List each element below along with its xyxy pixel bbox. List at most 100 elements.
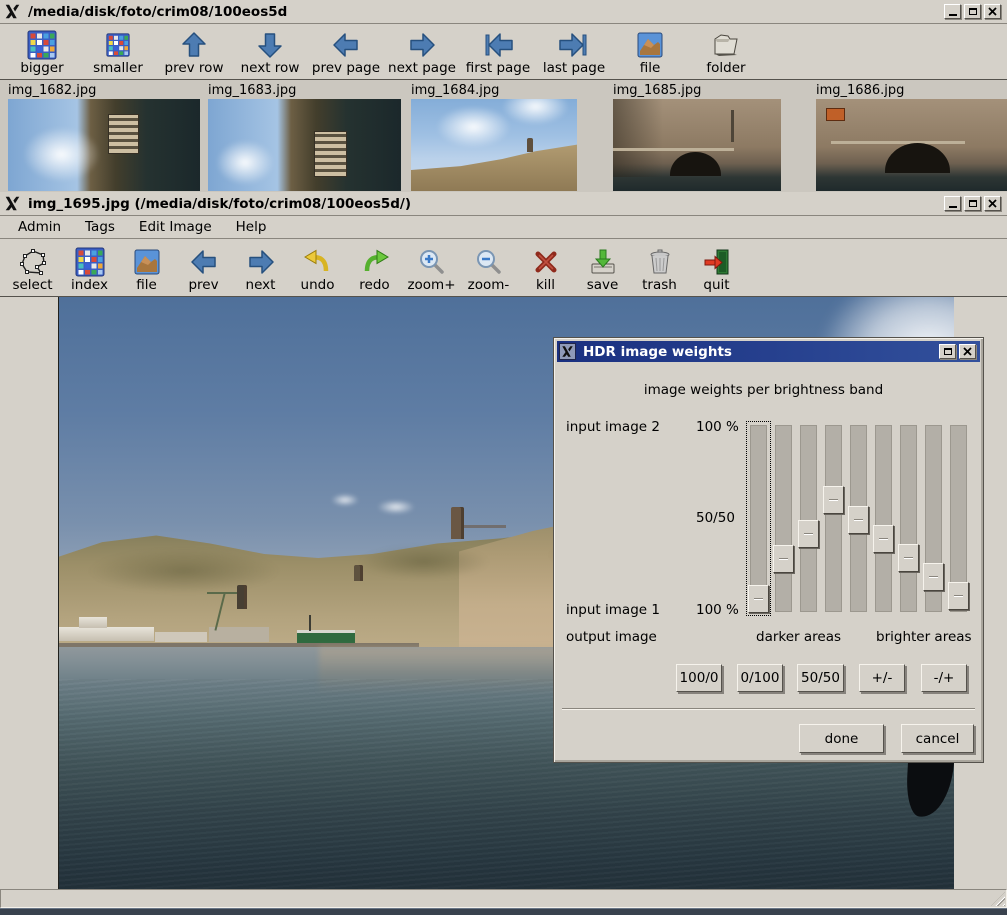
minimize-button[interactable] (944, 196, 961, 211)
browser-titlebar[interactable]: /media/disk/foto/crim08/100eos5d (0, 0, 1007, 24)
editor-toolbar: select index file prev next undo (0, 239, 1007, 297)
thumbnail-image[interactable] (411, 99, 577, 191)
red-cross-icon (531, 247, 561, 277)
file-button[interactable]: file (118, 247, 175, 293)
slider-handle[interactable] (923, 563, 944, 591)
preset-100-0-button[interactable]: 100/0 (676, 664, 722, 692)
arrow-first-icon (483, 30, 513, 60)
preset-0-100-button[interactable]: 0/100 (737, 664, 783, 692)
maximize-button[interactable] (964, 4, 981, 19)
weight-slider-band-6[interactable] (875, 425, 892, 612)
editor-titlebar[interactable]: img_1695.jpg (/media/disk/foto/crim08/10… (0, 192, 1007, 216)
trash-can-icon (645, 247, 675, 277)
thumbnail-image[interactable] (8, 99, 200, 191)
smaller-button[interactable]: smaller (80, 30, 156, 76)
label-bottom-100: 100 % (696, 602, 739, 618)
prev-page-button[interactable]: prev page (308, 30, 384, 76)
weight-slider-band-9[interactable] (950, 425, 967, 612)
photo-ship (297, 630, 355, 644)
trash-button[interactable]: trash (631, 247, 688, 293)
desktop: /media/disk/foto/crim08/100eos5d bigger … (0, 0, 1007, 915)
slider-handle[interactable] (848, 506, 869, 534)
quit-button[interactable]: quit (688, 247, 745, 293)
next-page-button[interactable]: next page (384, 30, 460, 76)
save-button[interactable]: save (574, 247, 631, 293)
thumbnail-filename: img_1685.jpg (613, 83, 701, 98)
slider-handle[interactable] (898, 544, 919, 572)
kill-button[interactable]: kill (517, 247, 574, 293)
weight-slider-band-2[interactable] (775, 425, 792, 612)
done-button[interactable]: done (799, 724, 884, 753)
magnifier-plus-icon (417, 247, 447, 277)
first-page-button[interactable]: first page (460, 30, 536, 76)
maximize-button[interactable] (964, 196, 981, 211)
label-brighter-areas: brighter areas (876, 629, 972, 645)
thumbnail-image[interactable] (816, 99, 1007, 191)
resize-grip[interactable] (991, 892, 1005, 906)
slider-handle[interactable] (873, 525, 894, 553)
minimize-button[interactable] (944, 4, 961, 19)
slider-handle[interactable] (948, 582, 969, 610)
index-button[interactable]: index (61, 247, 118, 293)
slider-handle[interactable] (798, 520, 819, 548)
thumbnail-img-1684[interactable]: img_1684.jpg (411, 80, 577, 192)
thumbnail-img-1683[interactable]: img_1683.jpg (208, 80, 401, 192)
slider-handle[interactable] (773, 545, 794, 573)
maximize-button[interactable] (939, 344, 956, 359)
thumbnail-image[interactable] (613, 99, 781, 191)
lasso-select-icon (18, 247, 48, 277)
close-icon (988, 7, 997, 16)
undo-button[interactable]: undo (289, 247, 346, 293)
thumbnail-img-1685[interactable]: img_1685.jpg (613, 80, 781, 192)
arrow-left-icon (331, 30, 361, 60)
preset-plus-minus-button[interactable]: +/- (859, 664, 905, 692)
dialog-heading: image weights per brightness band (554, 382, 973, 398)
next-row-button[interactable]: next row (232, 30, 308, 76)
weight-slider-band-3[interactable] (800, 425, 817, 612)
weight-slider-band-7[interactable] (900, 425, 917, 612)
close-button[interactable] (984, 4, 1001, 19)
image-file-icon (635, 30, 665, 60)
folder-button[interactable]: folder (688, 30, 764, 76)
zoom-out-button[interactable]: zoom- (460, 247, 517, 293)
weight-slider-band-8[interactable] (925, 425, 942, 612)
arrow-right-icon (246, 247, 276, 277)
thumbnail-img-1686[interactable]: img_1686.jpg (816, 80, 1007, 192)
zoom-in-button[interactable]: zoom+ (403, 247, 460, 293)
close-button[interactable] (959, 344, 976, 359)
menu-edit-image[interactable]: Edit Image (127, 217, 224, 238)
dialog-titlebar[interactable]: HDR image weights (557, 341, 980, 362)
menu-admin[interactable]: Admin (6, 217, 73, 238)
file-button[interactable]: file (612, 30, 688, 76)
label-top-100: 100 % (696, 419, 739, 435)
bigger-button[interactable]: bigger (4, 30, 80, 76)
slider-handle[interactable] (748, 585, 769, 613)
prev-button[interactable]: prev (175, 247, 232, 293)
x11-logo-icon (4, 3, 21, 20)
weight-slider-band-4[interactable] (825, 425, 842, 612)
close-button[interactable] (984, 196, 1001, 211)
weight-slider-band-5[interactable] (850, 425, 867, 612)
thumbnails-grid-icon (27, 30, 57, 60)
thumbnail-image[interactable] (208, 99, 401, 191)
thumbnails-grid-icon (75, 247, 105, 277)
x11-logo-icon (4, 195, 21, 212)
next-button[interactable]: next (232, 247, 289, 293)
prev-row-button[interactable]: prev row (156, 30, 232, 76)
save-disk-icon (588, 247, 618, 277)
slider-handle[interactable] (823, 486, 844, 514)
thumbnails-grid-small-icon (106, 30, 130, 60)
thumbnail-img-1682[interactable]: img_1682.jpg (8, 80, 200, 192)
thumbnail-filename: img_1683.jpg (208, 83, 296, 98)
menu-help[interactable]: Help (224, 217, 279, 238)
dialog-title: HDR image weights (583, 344, 939, 360)
menu-tags[interactable]: Tags (73, 217, 127, 238)
preset-minus-plus-button[interactable]: -/+ (921, 664, 967, 692)
last-page-button[interactable]: last page (536, 30, 612, 76)
weight-slider-band-1[interactable] (750, 425, 767, 612)
cancel-button[interactable]: cancel (901, 724, 974, 753)
preset-50-50-button[interactable]: 50/50 (797, 664, 844, 692)
close-icon (963, 347, 972, 356)
select-button[interactable]: select (4, 247, 61, 293)
redo-button[interactable]: redo (346, 247, 403, 293)
